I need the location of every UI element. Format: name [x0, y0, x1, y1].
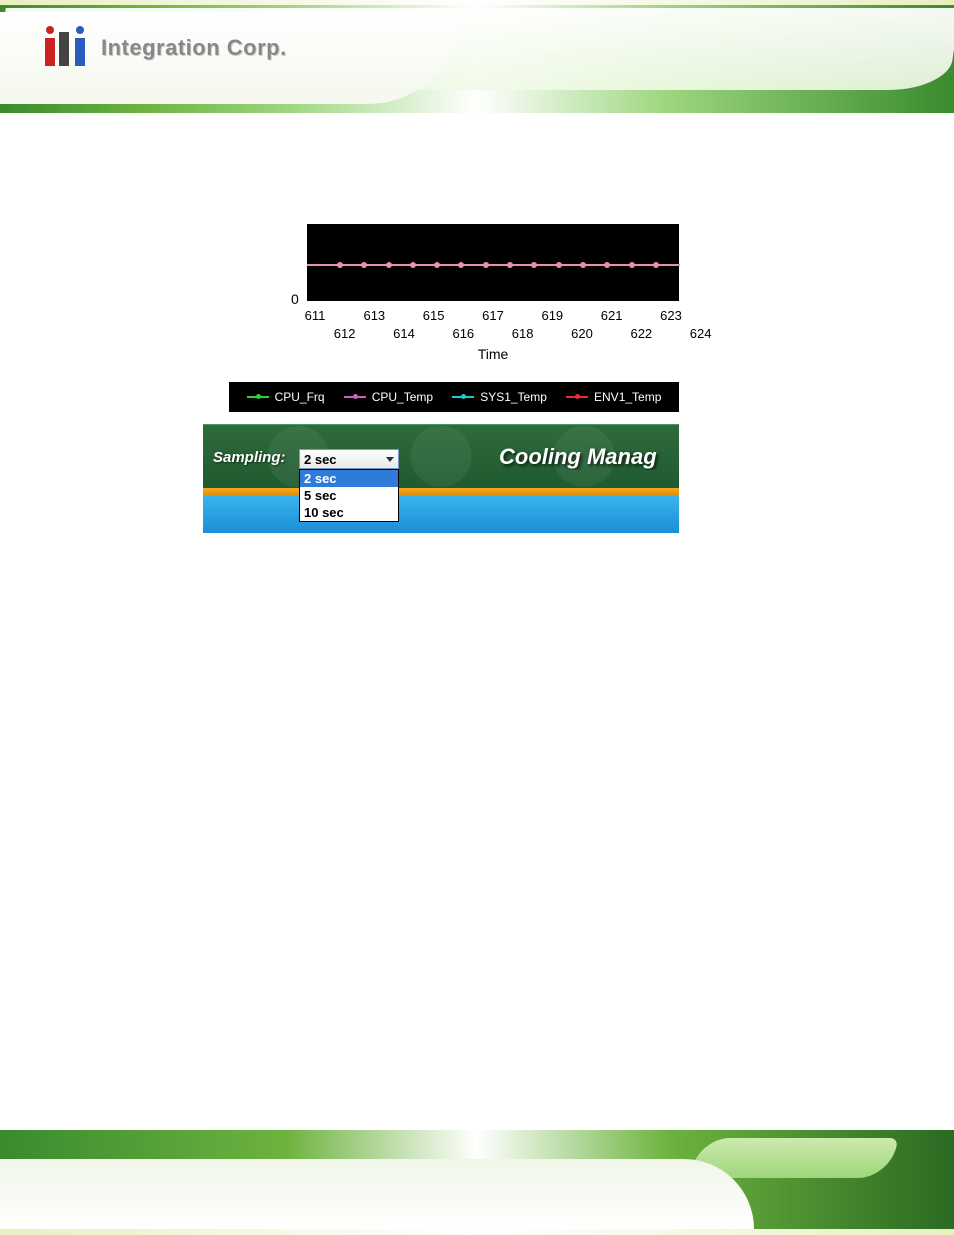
page-footer-decor	[0, 1130, 954, 1235]
sampling-option[interactable]: 2 sec	[300, 470, 398, 487]
x-tick-label: 621	[601, 308, 623, 323]
x-tick-label: 624	[690, 326, 712, 341]
chart-legend: CPU_Frq CPU_Temp SYS1_Temp ENV1_Temp	[229, 382, 679, 412]
x-tick-label: 611	[305, 308, 326, 323]
sampling-dropdown[interactable]: 2 sec 2 sec 5 sec 10 sec	[299, 449, 399, 522]
legend-swatch	[247, 396, 269, 398]
x-tick-label: 619	[541, 308, 563, 323]
x-tick-label: 622	[630, 326, 652, 341]
x-axis-label: Time	[307, 346, 679, 362]
legend-label: CPU_Frq	[275, 390, 325, 404]
strip-blue	[203, 496, 679, 533]
chevron-down-icon	[386, 457, 394, 462]
x-tick-label: 615	[423, 308, 445, 323]
strip-orange	[203, 488, 679, 496]
sampling-dropdown-list[interactable]: 2 sec 5 sec 10 sec	[299, 469, 399, 522]
sampling-option[interactable]: 10 sec	[300, 504, 398, 521]
x-tick-label: 620	[571, 326, 593, 341]
x-tick-label: 618	[512, 326, 534, 341]
y-tick-label: 0	[291, 291, 299, 307]
chart-plot-area	[307, 224, 679, 301]
page-header-decor: Integration Corp.	[0, 0, 954, 113]
legend-item: CPU_Frq	[247, 390, 325, 404]
x-tick-label: 614	[393, 326, 415, 341]
x-tick-label: 612	[334, 326, 356, 341]
legend-item: CPU_Temp	[344, 390, 433, 404]
sampling-option[interactable]: 5 sec	[300, 487, 398, 504]
cooling-header-strip: Sampling: Cooling Manag 2 sec 2 sec 5 se…	[203, 424, 679, 533]
x-tick-label: 623	[660, 308, 682, 323]
legend-swatch	[566, 396, 588, 398]
legend-item: ENV1_Temp	[566, 390, 661, 404]
legend-label: CPU_Temp	[372, 390, 433, 404]
legend-label: ENV1_Temp	[594, 390, 661, 404]
footer-sweep	[0, 1159, 754, 1229]
legend-item: SYS1_Temp	[452, 390, 547, 404]
legend-swatch	[344, 396, 366, 398]
x-tick-label: 617	[482, 308, 504, 323]
figure-screenshot: 0 611 613 615 617 619 621 623 612 614 616 618 620 6…	[203, 224, 679, 533]
chart-series-points	[307, 260, 679, 270]
sampling-label: Sampling:	[213, 449, 286, 466]
section-title: Cooling Manag	[499, 444, 679, 470]
x-tick-label: 613	[363, 308, 385, 323]
sampling-dropdown-selected[interactable]: 2 sec	[299, 449, 399, 469]
logo: Integration Corp.	[45, 30, 287, 66]
legend-label: SYS1_Temp	[480, 390, 547, 404]
sampling-selected-value: 2 sec	[304, 452, 337, 467]
legend-swatch	[452, 396, 474, 398]
logo-text: Integration Corp.	[101, 35, 287, 61]
iei-logo-icon	[45, 30, 93, 66]
x-tick-label: 616	[452, 326, 474, 341]
chart: 0 611 613 615 617 619 621 623 612 614 616 618 620 6…	[203, 224, 679, 354]
